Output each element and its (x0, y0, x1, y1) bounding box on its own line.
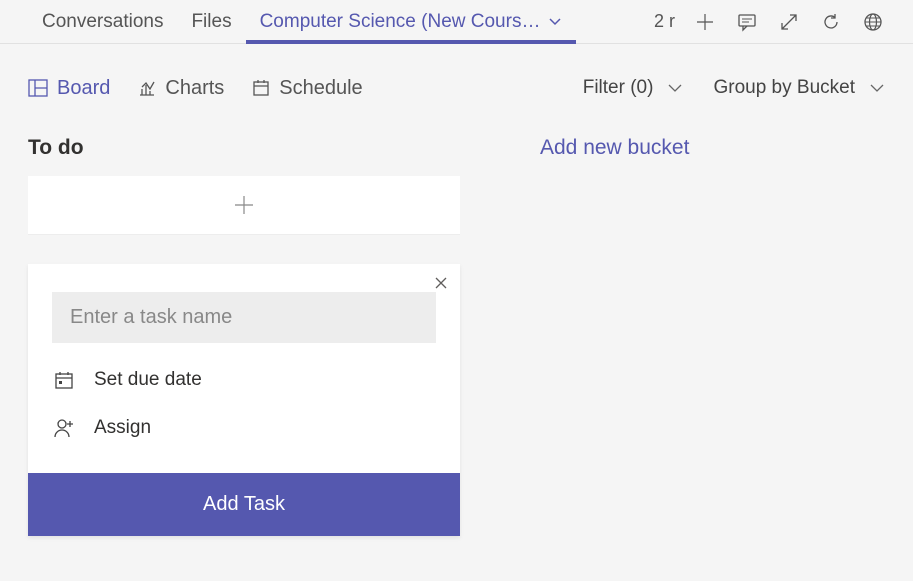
chevron-down-icon (869, 80, 885, 96)
group-by-button[interactable]: Group by Bucket (713, 77, 885, 99)
board-icon (28, 79, 48, 97)
new-task-card: Set due date Assign Add Task (28, 264, 460, 536)
new-task-card-body: Set due date Assign (28, 264, 460, 455)
tab-files[interactable]: Files (177, 0, 245, 43)
board-area: To do Set due date (0, 118, 913, 550)
conversation-button[interactable] (735, 10, 759, 34)
expand-button[interactable] (777, 10, 801, 34)
add-new-bucket-button[interactable]: Add new bucket (540, 132, 689, 536)
view-toolbar: Board Charts Schedule Filter (0) Group b… (0, 58, 913, 118)
group-by-label: Group by Bucket (713, 77, 855, 99)
view-tab-board-label: Board (57, 77, 110, 100)
charts-icon (138, 79, 156, 97)
chat-icon (737, 12, 757, 32)
chevron-down-icon (667, 80, 683, 96)
website-button[interactable] (861, 10, 885, 34)
view-tabs: Board Charts Schedule (28, 77, 363, 100)
add-task-button-label: Add Task (203, 493, 285, 515)
bucket-todo: To do Set due date (28, 132, 460, 536)
assign-button[interactable]: Assign (52, 417, 436, 439)
task-name-input[interactable] (52, 292, 436, 343)
close-icon (434, 276, 448, 290)
set-due-date-button[interactable]: Set due date (52, 369, 436, 391)
add-task-button[interactable]: Add Task (28, 473, 460, 536)
refresh-icon (821, 12, 841, 32)
close-new-task-button[interactable] (434, 276, 448, 290)
tab-count: 2 r (654, 11, 675, 32)
assign-label: Assign (94, 417, 151, 439)
tab-files-label: Files (191, 11, 231, 33)
refresh-button[interactable] (819, 10, 843, 34)
expand-icon (780, 13, 798, 31)
globe-icon (863, 12, 883, 32)
calendar-icon (52, 370, 76, 390)
top-tab-bar: Conversations Files Computer Science (Ne… (0, 0, 913, 44)
add-tab-button[interactable] (693, 10, 717, 34)
view-tab-charts[interactable]: Charts (138, 77, 224, 100)
filter-button[interactable]: Filter (0) (583, 77, 684, 99)
add-new-bucket-label: Add new bucket (540, 136, 689, 159)
view-toolbar-right: Filter (0) Group by Bucket (583, 77, 885, 99)
view-tab-schedule[interactable]: Schedule (252, 77, 362, 100)
tab-active-label: Computer Science (New Cours… (260, 11, 541, 33)
top-right-actions: 2 r (654, 10, 885, 34)
tab-conversations[interactable]: Conversations (28, 0, 177, 43)
bucket-todo-title[interactable]: To do (28, 132, 460, 176)
view-tab-schedule-label: Schedule (279, 77, 362, 100)
tab-active-planner[interactable]: Computer Science (New Cours… (246, 0, 577, 43)
set-due-date-label: Set due date (94, 369, 202, 391)
quick-add-task-button[interactable] (28, 176, 460, 234)
filter-label: Filter (0) (583, 77, 654, 99)
tab-conversations-label: Conversations (42, 11, 163, 33)
channel-tabs: Conversations Files Computer Science (Ne… (28, 0, 576, 43)
view-tab-charts-label: Charts (165, 77, 224, 100)
view-tab-board[interactable]: Board (28, 77, 110, 100)
plus-icon (696, 13, 714, 31)
assign-icon (52, 418, 76, 438)
plus-icon (233, 194, 255, 216)
chevron-down-icon (548, 15, 562, 29)
schedule-icon (252, 79, 270, 97)
